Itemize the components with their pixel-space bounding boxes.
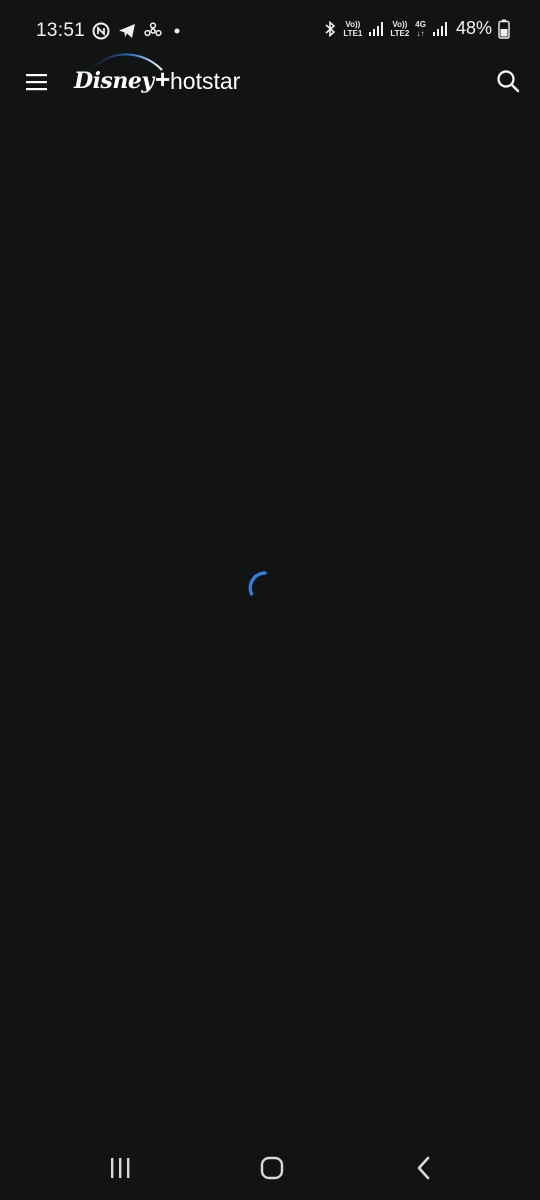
logo-disney-text: Disney bbox=[74, 68, 154, 94]
hamburger-menu-icon[interactable] bbox=[24, 71, 50, 93]
app-header: Disney + hotstar bbox=[0, 53, 540, 122]
app-screen: 13:51 Vo)) LTE1 Vo)) LTE2 4G ↓↑ 48% Disn… bbox=[0, 0, 540, 1200]
fan-icon bbox=[144, 22, 162, 37]
dot-icon bbox=[174, 28, 180, 34]
notification-icons bbox=[92, 22, 184, 40]
back-icon[interactable] bbox=[404, 1154, 444, 1182]
status-time: 13:51 bbox=[36, 20, 86, 41]
sim1-lte-label: LTE1 bbox=[343, 28, 363, 38]
home-icon[interactable] bbox=[252, 1154, 292, 1182]
sim2-lte-label: LTE2 bbox=[390, 28, 410, 38]
battery-percent: 48% bbox=[455, 18, 492, 38]
disney-hotstar-logo[interactable]: Disney + hotstar bbox=[72, 53, 250, 106]
signal-icon bbox=[432, 21, 447, 36]
nfc-icon bbox=[92, 22, 110, 40]
sim2-volte-label: Vo)) bbox=[392, 19, 408, 29]
sim2-network: 4G ↓↑ bbox=[415, 20, 426, 38]
network-type-label: 4G bbox=[415, 19, 426, 29]
data-arrows-icon: ↓↑ bbox=[416, 28, 425, 38]
signal-icon bbox=[369, 21, 384, 36]
bluetooth-icon bbox=[325, 20, 336, 37]
status-bar: 13:51 Vo)) LTE1 Vo)) LTE2 4G ↓↑ 48% bbox=[0, 0, 540, 62]
telegram-icon bbox=[119, 24, 135, 38]
status-right: Vo)) LTE1 Vo)) LTE2 4G ↓↑ 48% bbox=[323, 18, 510, 39]
logo-plus-text: + bbox=[155, 64, 171, 94]
logo-hotstar-text: hotstar bbox=[170, 68, 241, 94]
system-nav-bar bbox=[0, 1136, 540, 1200]
recents-icon[interactable] bbox=[100, 1154, 140, 1182]
sim1-lte: Vo)) LTE1 bbox=[343, 20, 362, 38]
sim2-lte: Vo)) LTE2 bbox=[390, 20, 409, 38]
search-icon[interactable] bbox=[496, 69, 520, 93]
sim1-volte-label: Vo)) bbox=[345, 19, 361, 29]
loading-spinner bbox=[248, 571, 267, 596]
battery-icon bbox=[498, 19, 510, 39]
